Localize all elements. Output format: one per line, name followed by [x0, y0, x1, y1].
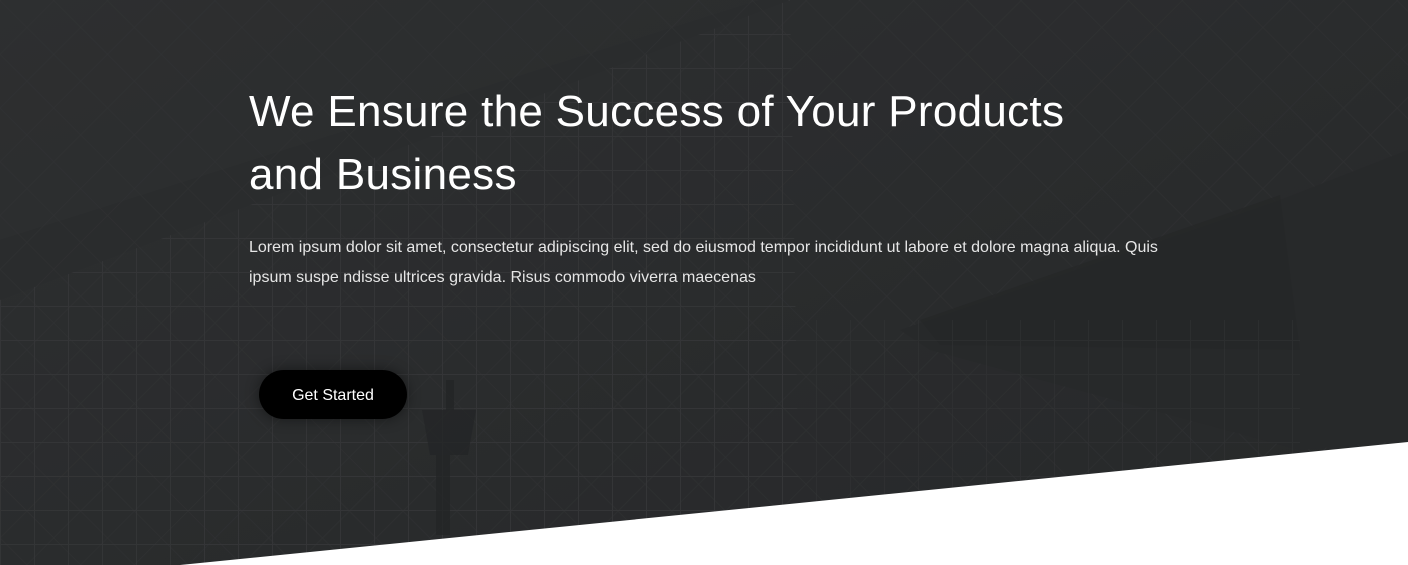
hero-paragraph: Lorem ipsum dolor sit amet, consectetur … [249, 239, 1158, 286]
hero-headline: We Ensure the Success of Your Products a… [249, 87, 1065, 199]
get-started-button[interactable]: Get Started [259, 370, 407, 419]
hero-content: We Ensure the Success of Your Products a… [249, 80, 1209, 293]
hero-section: We Ensure the Success of Your Products a… [0, 0, 1408, 565]
